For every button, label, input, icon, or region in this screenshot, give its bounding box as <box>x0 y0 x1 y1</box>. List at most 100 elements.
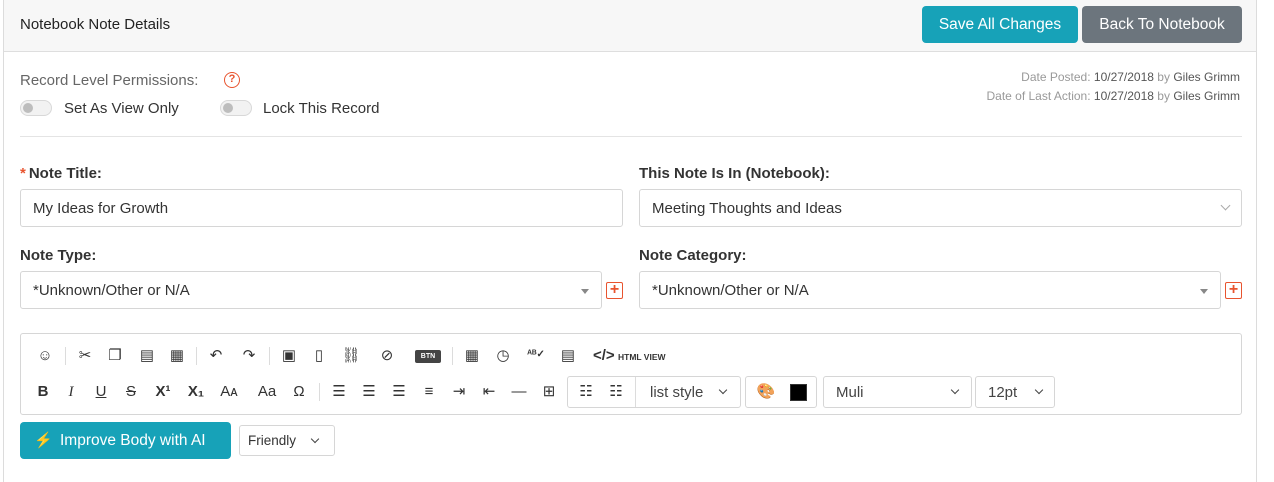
rich-text-editor: ☺ ✂ ❐ ▤ ▦ ↶ ↷ ▣ ▯ ⛓ ⊘ BTN ▦ ◷ ᴬᴮ✓ ▤ </> … <box>20 333 1242 415</box>
cut-icon[interactable]: ✂ <box>75 348 95 364</box>
panel-header: Notebook Note Details Save All Changes B… <box>4 0 1256 52</box>
copy-icon[interactable]: ❐ <box>105 348 125 364</box>
undo-icon[interactable]: ↶ <box>206 348 226 364</box>
toolbar-separator <box>319 383 320 401</box>
pdf-icon[interactable]: ▤ <box>558 348 578 364</box>
numbered-list-icon[interactable]: ☷ <box>606 384 626 400</box>
align-right-icon[interactable]: ☰ <box>389 384 409 400</box>
text-color-swatch[interactable] <box>790 384 807 401</box>
by-text: by <box>1157 89 1170 103</box>
add-note-type-icon[interactable]: + <box>606 282 623 299</box>
list-style-select[interactable]: list style <box>650 384 703 401</box>
chevron-down-icon <box>310 434 320 444</box>
toolbar-separator <box>269 347 270 365</box>
last-action-date: 10/27/2018 <box>1093 89 1154 103</box>
subscript-icon[interactable]: X₁ <box>186 384 206 400</box>
spellcheck-icon[interactable]: ᴬᴮ✓ <box>526 347 546 363</box>
outdent-icon[interactable]: ⇤ <box>479 384 499 400</box>
special-character-icon[interactable]: Ω <box>289 384 309 400</box>
toolbar-separator <box>452 347 453 365</box>
note-type-label: Note Type: <box>20 247 97 264</box>
view-only-label: Set As View Only <box>64 100 179 117</box>
font-family-value: Muli <box>836 384 864 401</box>
record-permissions-label: Record Level Permissions: <box>20 72 199 89</box>
bold-icon[interactable]: B <box>33 384 53 400</box>
horizontal-rule-icon[interactable]: — <box>509 384 529 400</box>
improve-body-ai-button[interactable]: ⚡ Improve Body with AI <box>20 422 231 459</box>
superscript-icon[interactable]: X¹ <box>153 384 173 400</box>
indent-icon[interactable]: ⇥ <box>449 384 469 400</box>
by-text: by <box>1157 70 1170 84</box>
bullet-list-icon[interactable]: ☷ <box>576 384 596 400</box>
date-posted-label: Date Posted: <box>1021 70 1091 84</box>
unlink-icon[interactable]: ⊘ <box>377 348 397 364</box>
chevron-down-icon <box>1034 385 1044 395</box>
paste-text-icon[interactable]: ▦ <box>167 348 187 364</box>
lock-record-toggle[interactable] <box>220 100 252 116</box>
strikethrough-icon[interactable]: S <box>121 384 141 400</box>
toolbar-separator <box>65 347 66 365</box>
last-action-info: Date of Last Action: 10/27/2018 by Giles… <box>986 89 1240 103</box>
notebook-select-value: Meeting Thoughts and Ideas <box>652 200 842 217</box>
toolbar-separator <box>196 347 197 365</box>
toggle-knob <box>23 103 33 113</box>
lowercase-icon[interactable]: Aa <box>257 384 277 400</box>
link-icon[interactable]: ⛓ <box>341 348 361 364</box>
chevron-down-icon <box>950 385 960 395</box>
improve-body-ai-label: Improve Body with AI <box>60 432 206 449</box>
tone-select[interactable]: Friendly <box>239 425 335 456</box>
palette-icon[interactable]: 🎨 <box>756 384 776 400</box>
justify-icon[interactable]: ≡ <box>419 384 439 400</box>
list-group: ☷ ☷ list style <box>567 376 741 408</box>
document-icon[interactable]: ▯ <box>309 348 329 364</box>
required-marker: * <box>20 165 26 182</box>
note-category-value: *Unknown/Other or N/A <box>652 282 809 299</box>
note-title-label-text: Note Title: <box>28 165 102 182</box>
toggle-knob <box>223 103 233 113</box>
notebook-label: This Note Is In (Notebook): <box>639 165 830 182</box>
page-title: Notebook Note Details <box>20 16 171 33</box>
redo-icon[interactable]: ↷ <box>239 348 259 364</box>
code-icon[interactable]: </> <box>593 348 615 364</box>
back-to-notebook-button[interactable]: Back To Notebook <box>1082 6 1242 43</box>
lock-record-label: Lock This Record <box>263 100 380 117</box>
date-posted-info: Date Posted: 10/27/2018 by Giles Grimm <box>1021 70 1240 84</box>
save-all-changes-button[interactable]: Save All Changes <box>922 6 1078 43</box>
date-posted-value: 10/27/2018 <box>1093 70 1154 84</box>
note-title-label: * Note Title: <box>20 165 102 182</box>
last-action-label: Date of Last Action: <box>986 89 1091 103</box>
image-icon[interactable]: ▣ <box>279 348 299 364</box>
button-insert-icon[interactable]: BTN <box>415 350 441 363</box>
last-action-by-name: Giles Grimm <box>1173 89 1240 103</box>
toolbar-separator <box>635 377 636 407</box>
html-view-button[interactable]: HTML VIEW <box>618 352 666 362</box>
align-left-icon[interactable]: ☰ <box>329 384 349 400</box>
caret-down-icon <box>581 289 589 294</box>
emoji-icon[interactable]: ☺ <box>35 348 55 364</box>
clock-icon[interactable]: ◷ <box>493 348 513 364</box>
paste-icon[interactable]: ▤ <box>137 348 157 364</box>
font-size-select[interactable]: 12pt <box>975 376 1055 408</box>
add-note-category-icon[interactable]: + <box>1225 282 1242 299</box>
notebook-select[interactable]: Meeting Thoughts and Ideas <box>639 189 1242 227</box>
align-center-icon[interactable]: ☰ <box>359 384 379 400</box>
note-type-select[interactable]: *Unknown/Other or N/A <box>20 271 602 309</box>
posted-by-name: Giles Grimm <box>1173 70 1240 84</box>
note-category-select[interactable]: *Unknown/Other or N/A <box>639 271 1221 309</box>
help-icon[interactable]: ? <box>224 72 240 88</box>
chevron-down-icon <box>1220 200 1231 211</box>
note-title-input[interactable]: My Ideas for Growth <box>20 189 623 227</box>
italic-icon[interactable]: I <box>61 384 81 400</box>
calendar-icon[interactable]: ▦ <box>462 348 482 364</box>
view-only-toggle[interactable] <box>20 100 52 116</box>
magic-wand-icon: ⚡ <box>34 432 53 449</box>
uppercase-icon[interactable]: Aᴀ <box>219 384 239 400</box>
underline-icon[interactable]: U <box>91 384 111 400</box>
font-family-select[interactable]: Muli <box>823 376 972 408</box>
font-size-value: 12pt <box>988 384 1018 401</box>
section-divider <box>20 136 1242 137</box>
note-category-label: Note Category: <box>639 247 747 264</box>
chevron-down-icon <box>718 385 728 395</box>
table-icon[interactable]: ⊞ <box>539 384 559 400</box>
color-group: 🎨 <box>745 376 817 408</box>
